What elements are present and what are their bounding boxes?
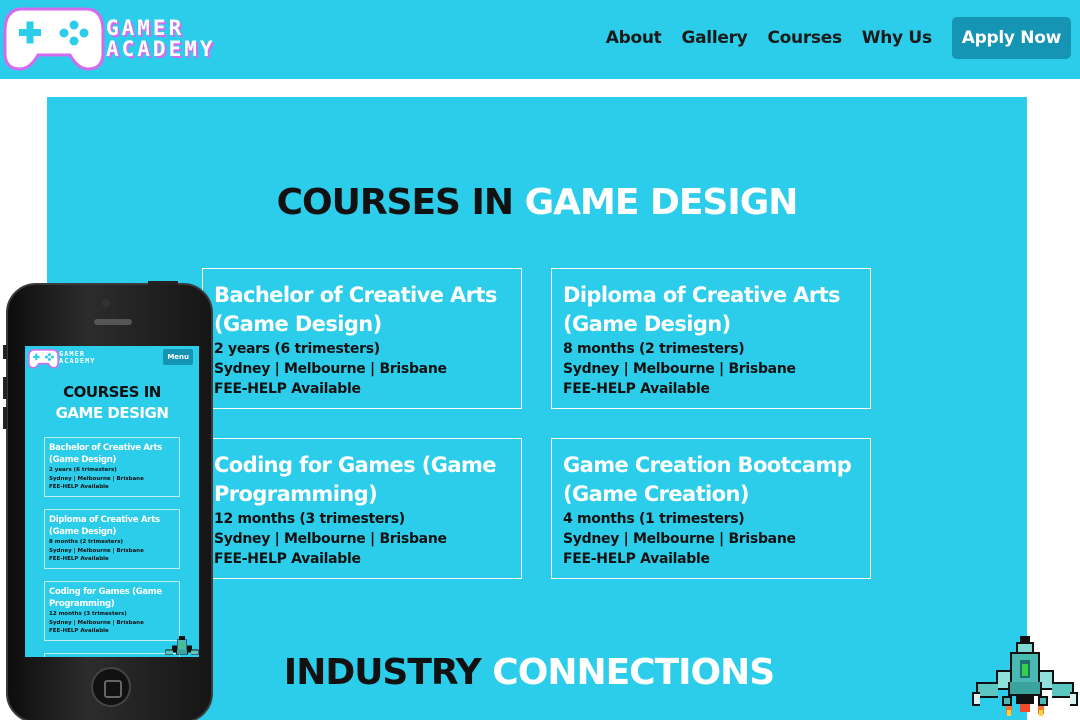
course-duration: 2 years (6 trimesters) — [214, 341, 380, 357]
mobile-menu-button[interactable]: Menu — [163, 349, 193, 365]
mobile-course-duration: 12 months (3 trimesters) — [49, 611, 127, 617]
course-card[interactable]: Bachelor of Creative Arts (Game Design) … — [202, 268, 522, 409]
mobile-logo-line-2: ACADEMY — [59, 357, 96, 365]
nav-gallery[interactable]: Gallery — [681, 28, 747, 48]
mobile-course-card[interactable]: Coding for Games (Game Programming) 12 m… — [44, 581, 180, 641]
course-locations: Sydney | Melbourne | Brisbane — [563, 361, 796, 377]
phone-volume-up — [3, 377, 7, 399]
phone-volume-down — [3, 407, 7, 429]
course-duration: 8 months (2 trimesters) — [563, 341, 745, 357]
course-title: Game Creation Bootcamp (Game Creation) — [563, 453, 852, 506]
nav-why-us[interactable]: Why Us — [862, 28, 932, 48]
mobile-course-title: Diploma of Creative Arts (Game Design) — [49, 515, 160, 537]
mobile-course-duration: 8 months (2 trimesters) — [49, 539, 123, 545]
phone-side-button — [3, 345, 7, 359]
mobile-logo-wordmark: GAMER ACADEMY — [59, 351, 96, 365]
mobile-course-locations: Sydney | Melbourne | Brisbane — [49, 547, 144, 554]
pixel-spaceship-icon — [165, 636, 199, 656]
gamepad-logo-icon — [28, 349, 59, 369]
course-card[interactable]: Game Creation Bootcamp (Game Creation) 4… — [551, 438, 871, 579]
course-duration: 4 months (1 trimesters) — [563, 511, 745, 527]
industry-heading-light: CONNECTIONS — [492, 652, 775, 693]
course-funding: FEE-HELP Available — [214, 381, 361, 397]
mobile-courses-heading: COURSES IN GAME DESIGN — [25, 382, 199, 424]
gamepad-logo-icon — [3, 7, 105, 71]
mobile-course-funding: FEE-HELP Available — [49, 556, 109, 562]
phone-mockup: GAMER ACADEMY Menu COURSES IN GAME DESIG… — [3, 281, 213, 720]
mobile-course-funding: FEE-HELP Available — [49, 484, 109, 490]
courses-heading-light: GAME DESIGN — [524, 182, 799, 223]
phone-home-button — [91, 667, 131, 707]
mobile-course-title: Coding for Games (Game Programming) — [49, 587, 162, 609]
mobile-heading-dark: COURSES IN — [63, 383, 161, 401]
logo-line-2: ACADEMY — [106, 37, 216, 61]
nav-courses[interactable]: Courses — [767, 28, 842, 48]
course-title: Diploma of Creative Arts (Game Design) — [563, 283, 841, 336]
course-funding: FEE-HELP Available — [563, 381, 710, 397]
logo-line-1: GAMER — [106, 16, 185, 40]
course-card[interactable]: Coding for Games (Game Programming) 12 m… — [202, 438, 522, 579]
nav-about[interactable]: About — [606, 28, 662, 48]
courses-heading-dark: COURSES IN — [276, 182, 514, 223]
mobile-course-funding: FEE-HELP Available — [49, 628, 109, 634]
mobile-course-card[interactable]: Diploma of Creative Arts (Game Design) 8… — [44, 509, 180, 569]
phone-camera — [102, 299, 110, 307]
course-duration: 12 months (3 trimesters) — [214, 511, 405, 527]
mobile-course-card[interactable] — [44, 653, 180, 657]
course-locations: Sydney | Melbourne | Brisbane — [214, 361, 447, 377]
mobile-course-duration: 2 years (6 trimesters) — [49, 467, 117, 473]
site-logo[interactable]: GAMER ACADEMY — [0, 3, 260, 73]
course-funding: FEE-HELP Available — [563, 551, 710, 567]
course-card[interactable]: Diploma of Creative Arts (Game Design) 8… — [551, 268, 871, 409]
mobile-course-card[interactable]: Bachelor of Creative Arts (Game Design) … — [44, 437, 180, 497]
course-funding: FEE-HELP Available — [214, 551, 361, 567]
mobile-course-locations: Sydney | Melbourne | Brisbane — [49, 619, 144, 626]
phone-screen: GAMER ACADEMY Menu COURSES IN GAME DESIG… — [25, 346, 199, 657]
courses-heading: COURSES IN GAME DESIGN — [47, 182, 1027, 223]
main-nav: About Gallery Courses Why Us Apply Now — [606, 17, 1071, 59]
apply-now-button[interactable]: Apply Now — [951, 17, 1071, 59]
course-title: Bachelor of Creative Arts (Game Design) — [214, 283, 497, 336]
mobile-heading-light: GAME DESIGN — [55, 404, 169, 422]
phone-speaker — [94, 319, 132, 325]
course-locations: Sydney | Melbourne | Brisbane — [214, 531, 447, 547]
mobile-course-title: Bachelor of Creative Arts (Game Design) — [49, 443, 163, 465]
mobile-course-locations: Sydney | Melbourne | Brisbane — [49, 475, 144, 482]
site-header: GAMER ACADEMY About Gallery Courses Why … — [0, 0, 1080, 79]
phone-power-button — [148, 281, 178, 285]
industry-heading-dark: INDUSTRY — [283, 652, 482, 693]
pixel-spaceship-icon — [972, 636, 1078, 716]
course-locations: Sydney | Melbourne | Brisbane — [563, 531, 796, 547]
course-title: Coding for Games (Game Programming) — [214, 453, 496, 506]
logo-wordmark: GAMER ACADEMY — [106, 18, 216, 60]
